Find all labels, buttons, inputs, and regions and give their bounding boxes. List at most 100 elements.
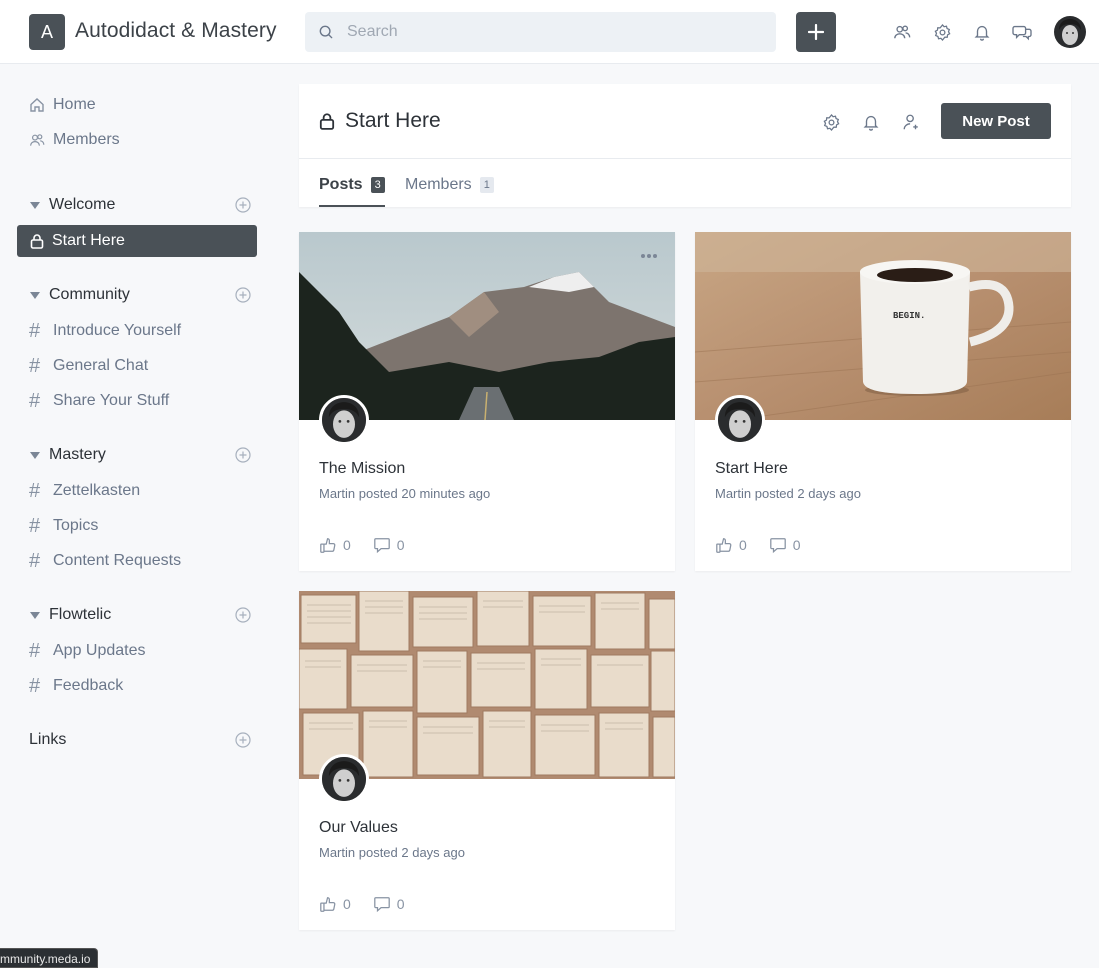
post-cover-image: [299, 591, 675, 779]
post-meta: Martin posted 2 days ago: [319, 845, 465, 860]
search-input[interactable]: [347, 23, 747, 41]
members-button[interactable]: [892, 22, 912, 42]
community-title[interactable]: Autodidact & Mastery: [75, 19, 277, 43]
post-stats: 0 0: [319, 536, 427, 554]
comment-button[interactable]: 0: [373, 536, 405, 554]
user-photo: [1054, 16, 1086, 48]
comment-count: 0: [396, 896, 405, 912]
sidebar-item-label: Members: [53, 131, 120, 148]
author-avatar[interactable]: [715, 395, 765, 445]
count-badge: 1: [479, 177, 494, 193]
caret-down-icon: [30, 201, 40, 209]
post-title[interactable]: Start Here: [715, 460, 788, 478]
invite-member-button[interactable]: [901, 112, 921, 132]
like-button[interactable]: 0: [319, 536, 351, 554]
author-avatar[interactable]: [319, 395, 369, 445]
sidebar-item-label: Share Your Stuff: [53, 392, 170, 409]
sidebar-item-app-updates[interactable]: # App Updates: [29, 639, 146, 663]
comment-icon: [373, 538, 390, 554]
tab-members[interactable]: Members 1: [405, 176, 494, 207]
hash-icon: #: [29, 389, 41, 412]
post-card[interactable]: Our Values Martin posted 2 days ago 0 0: [299, 591, 675, 930]
add-channel-icon[interactable]: [235, 607, 251, 623]
like-button[interactable]: 0: [319, 895, 351, 913]
sidebar-item-label: Zettelkasten: [53, 482, 141, 499]
section-community[interactable]: Community: [29, 283, 251, 307]
more-options-button[interactable]: [641, 254, 657, 258]
comment-count: 0: [396, 537, 405, 553]
sidebar-item-share-your-stuff[interactable]: # Share Your Stuff: [29, 389, 169, 413]
tab-label: Members: [405, 176, 472, 193]
sidebar-item-start-here[interactable]: Start Here: [17, 225, 257, 257]
comment-icon: [769, 538, 786, 554]
sidebar-item-home[interactable]: Home: [29, 93, 96, 117]
section-title: Mastery: [49, 446, 106, 463]
plus-icon: [808, 24, 824, 40]
add-channel-icon[interactable]: [235, 287, 251, 303]
post-meta: Martin posted 20 minutes ago: [319, 486, 491, 501]
post-stats: 0 0: [319, 895, 427, 913]
section-welcome[interactable]: Welcome: [29, 193, 251, 217]
divider: [299, 158, 1071, 159]
hash-icon: #: [29, 639, 41, 662]
sidebar-item-introduce-yourself[interactable]: # Introduce Yourself: [29, 319, 181, 343]
add-user-icon: [903, 114, 918, 130]
section-mastery[interactable]: Mastery: [29, 443, 251, 467]
like-count: 0: [343, 537, 351, 553]
hash-icon: #: [29, 514, 41, 537]
sidebar-item-content-requests[interactable]: # Content Requests: [29, 549, 181, 573]
sidebar-item-general-chat[interactable]: # General Chat: [29, 354, 148, 378]
sidebar-item-label: Start Here: [52, 232, 125, 249]
add-link-icon[interactable]: [235, 732, 251, 748]
sidebar-item-topics[interactable]: # Topics: [29, 514, 98, 538]
section-title: Welcome: [49, 196, 116, 213]
messages-button[interactable]: [1012, 22, 1032, 42]
caret-down-icon: [30, 451, 40, 459]
caret-down-icon: [30, 611, 40, 619]
hash-icon: #: [29, 674, 41, 697]
channel-header: Start Here New Post Posts 3 Members 1: [299, 84, 1071, 207]
channel-title: Start Here: [319, 109, 441, 133]
add-channel-icon[interactable]: [235, 197, 251, 213]
create-button[interactable]: [796, 12, 836, 52]
lock-icon: [319, 113, 335, 130]
gear-icon: [934, 23, 950, 41]
sidebar-item-members[interactable]: Members: [29, 128, 120, 152]
home-icon: [29, 97, 45, 113]
thumbs-up-icon: [320, 897, 336, 912]
bell-icon: [974, 25, 990, 41]
user-avatar[interactable]: [1054, 16, 1086, 48]
comment-button[interactable]: 0: [769, 536, 801, 554]
search-box[interactable]: [305, 12, 776, 52]
like-count: 0: [343, 896, 351, 912]
add-channel-icon[interactable]: [235, 447, 251, 463]
section-links[interactable]: Links: [29, 728, 251, 752]
count-badge: 3: [370, 177, 385, 193]
lock-icon: [30, 234, 44, 249]
tab-posts[interactable]: Posts 3: [319, 176, 385, 207]
hash-icon: #: [29, 354, 41, 377]
top-bar: A Autodidact & Mastery: [0, 0, 1099, 64]
notifications-button[interactable]: [972, 22, 992, 42]
author-avatar[interactable]: [319, 754, 369, 804]
like-button[interactable]: 0: [715, 536, 747, 554]
community-logo[interactable]: A: [29, 14, 65, 50]
post-card[interactable]: The Mission Martin posted 20 minutes ago…: [299, 232, 675, 571]
post-stats: 0 0: [715, 536, 823, 554]
sidebar-item-zettelkasten[interactable]: # Zettelkasten: [29, 479, 140, 503]
sidebar-item-label: Home: [53, 96, 96, 113]
sidebar-item-feedback[interactable]: # Feedback: [29, 674, 123, 698]
sidebar-item-label: Introduce Yourself: [53, 322, 182, 339]
hash-icon: #: [29, 319, 41, 342]
section-flowtelic[interactable]: Flowtelic: [29, 603, 251, 627]
channel-notifications-button[interactable]: [861, 112, 881, 132]
comment-button[interactable]: 0: [373, 895, 405, 913]
new-post-button[interactable]: New Post: [941, 103, 1051, 139]
chat-bubbles-icon: [1012, 25, 1032, 41]
post-title[interactable]: Our Values: [319, 819, 398, 837]
channel-settings-button[interactable]: [821, 112, 841, 132]
post-card[interactable]: BEGIN. Start Here Martin posted 2 days a…: [695, 232, 1071, 571]
settings-button[interactable]: [932, 22, 952, 42]
post-title[interactable]: The Mission: [319, 460, 405, 478]
gear-icon: [823, 113, 839, 131]
